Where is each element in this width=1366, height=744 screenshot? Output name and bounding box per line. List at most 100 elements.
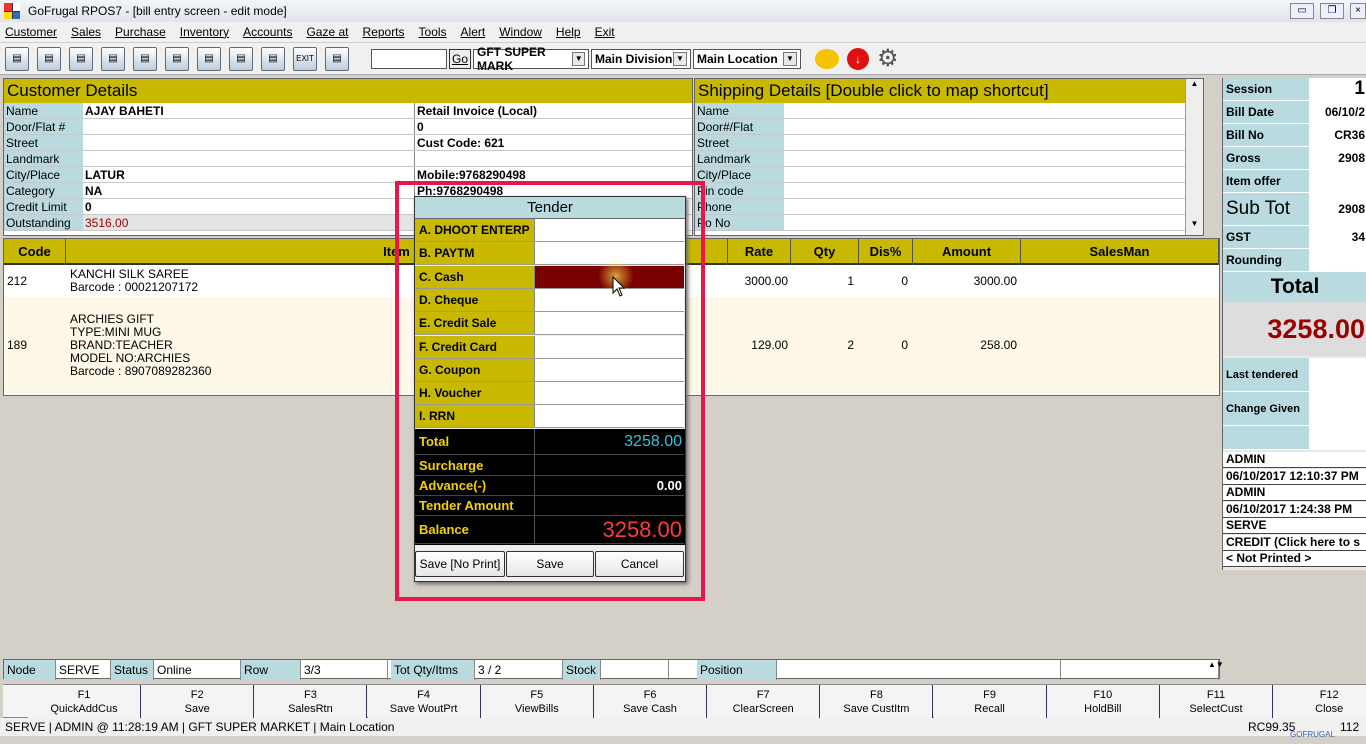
customer-field-value[interactable] — [83, 135, 415, 150]
summary-label: GST — [1223, 226, 1309, 248]
cart-bill-icon[interactable]: ▤ — [37, 46, 61, 71]
chevron-down-icon[interactable]: ▼ — [673, 51, 687, 66]
shipping-field-value[interactable] — [784, 119, 1185, 134]
menu-inventory[interactable]: Inventory — [180, 25, 229, 39]
tender-amount-input[interactable] — [535, 312, 684, 335]
tender-amount-input[interactable] — [535, 358, 684, 381]
toolbar: ▤ ▤ ▤ ▤ ▤ ▤ ▤ ▤ ▤ EXIT ▤ Go GFT SUPER MARK ▼ Main Divi… — [0, 43, 1366, 75]
menu-tools[interactable]: Tools — [419, 25, 447, 39]
menu-gaze-at[interactable]: Gaze at — [306, 25, 348, 39]
save-button[interactable]: Save — [506, 551, 594, 577]
shipping-field-value[interactable] — [784, 151, 1185, 166]
scroll-up-icon[interactable]: ▲ — [1186, 79, 1203, 95]
download-alert-icon[interactable]: ↓ — [847, 47, 869, 70]
keyboard-icon[interactable]: ▤ — [101, 46, 125, 71]
tender-mode-row[interactable]: D. Cheque — [415, 288, 684, 312]
cart-doc-icon[interactable]: ▤ — [197, 46, 221, 71]
tender-mode-row[interactable]: E. Credit Sale — [415, 312, 684, 336]
menu-sales[interactable]: Sales — [71, 25, 101, 39]
division-select-value: Main Division — [595, 51, 673, 66]
cancel-button[interactable]: Cancel — [595, 551, 684, 577]
go-button[interactable]: Go — [449, 48, 471, 69]
report-icon[interactable]: ▤ — [325, 46, 349, 71]
bill-log-line[interactable]: CREDIT (Click here to s — [1223, 534, 1366, 551]
tender-amount-input[interactable] — [535, 382, 684, 405]
search-input[interactable] — [371, 48, 447, 69]
customer-field-value[interactable]: 3516.00 — [83, 215, 415, 230]
tender-mode-row[interactable]: F. Credit Card — [415, 335, 684, 359]
customer-field-value[interactable]: AJAY BAHETI — [83, 103, 415, 118]
tender-mode-row[interactable]: H. Voucher — [415, 382, 684, 406]
menu-purchase[interactable]: Purchase — [115, 25, 166, 39]
chevron-down-icon[interactable]: ▼ — [783, 51, 797, 66]
customer-field-value[interactable]: LATUR — [83, 167, 415, 182]
column-header-dis[interactable]: Dis% — [859, 239, 913, 265]
fkey-f1-button[interactable]: F1 QuickAddCus — [28, 685, 141, 719]
shipping-field-value[interactable] — [784, 103, 1185, 118]
menu-window[interactable]: Window — [499, 25, 542, 39]
shipping-details-title[interactable]: Shipping Details [Double click to map sh… — [695, 79, 1185, 103]
shipping-field-value[interactable] — [784, 199, 1185, 214]
customer-field-value[interactable] — [83, 119, 415, 134]
tender-mode-row[interactable]: B. PAYTM — [415, 242, 684, 266]
store-select[interactable]: GFT SUPER MARK ▼ — [473, 45, 589, 73]
shipping-field-value[interactable] — [784, 167, 1185, 182]
customer-field-value[interactable] — [83, 151, 415, 166]
chevron-down-icon[interactable]: ▼ — [572, 51, 585, 66]
tender-amount-input[interactable] — [535, 219, 684, 241]
menu-help[interactable]: Help — [556, 25, 581, 39]
close-button[interactable]: × — [1350, 3, 1366, 19]
menu-exit[interactable]: Exit — [595, 25, 615, 39]
division-select[interactable]: Main Division ▼ — [591, 48, 691, 69]
tender-mode-row[interactable]: A. DHOOT ENTERP — [415, 219, 684, 242]
tender-amount-input[interactable] — [535, 335, 684, 358]
fkey-f10-button[interactable]: F10 HoldBill — [1046, 685, 1160, 719]
exit-icon[interactable]: EXIT — [293, 46, 317, 71]
fkey-f3-button[interactable]: F3 SalesRtn — [254, 685, 368, 719]
column-header-rate[interactable]: Rate — [728, 239, 791, 265]
settings-gear-icon[interactable]: ⚙ — [877, 44, 899, 73]
shipping-field-value[interactable] — [784, 215, 1185, 230]
tender-mode-row[interactable]: C. Cash — [415, 265, 684, 289]
menu-accounts[interactable]: Accounts — [243, 25, 292, 39]
tender-mode-row[interactable]: I. RRN — [415, 405, 684, 429]
menu-alert[interactable]: Alert — [461, 25, 486, 39]
column-header-qty[interactable]: Qty — [791, 239, 859, 265]
fkey-f5-button[interactable]: F5 ViewBills — [480, 685, 594, 719]
document-icon[interactable]: ▤ — [165, 46, 189, 71]
save-no-print-button[interactable]: Save [No Print] — [415, 551, 505, 577]
fkey-f7-button[interactable]: F7 ClearScreen — [707, 685, 821, 719]
fkey-f2-button[interactable]: F2 Save — [141, 685, 255, 719]
menu-customer[interactable]: Customer — [5, 25, 57, 39]
chat-icon[interactable] — [815, 48, 839, 69]
folder-icon[interactable]: ▤ — [229, 46, 253, 71]
status-scroll[interactable]: ▲▼ — [1205, 660, 1224, 680]
minimize-button[interactable]: ▭ — [1290, 3, 1314, 19]
column-header-code[interactable]: Code — [4, 239, 66, 265]
fkey-f8-button[interactable]: F8 Save CustItm — [820, 685, 934, 719]
restore-button[interactable]: ❐ — [1320, 3, 1344, 19]
fkey-f4-button[interactable]: F4 Save WoutPrt — [367, 685, 481, 719]
location-select[interactable]: Main Location ▼ — [693, 48, 801, 69]
fkey-f12-button[interactable]: F12 Close — [1273, 685, 1366, 719]
shipping-scrollbar[interactable]: ▲ ▼ — [1185, 79, 1203, 235]
customer-field-value[interactable]: 0 — [83, 199, 415, 214]
bill-log-line: ADMIN — [1223, 485, 1366, 501]
column-header-salesman[interactable]: SalesMan — [1021, 239, 1219, 265]
menu-reports[interactable]: Reports — [363, 25, 405, 39]
shipping-field-value[interactable] — [784, 135, 1185, 150]
cell-item: KANCHI SILK SAREE Barcode : 00021207172 — [70, 267, 199, 294]
scroll-down-icon[interactable]: ▼ — [1186, 219, 1203, 235]
bill-icon[interactable]: ▤ — [5, 46, 29, 71]
printer-icon[interactable]: ▤ — [133, 46, 157, 71]
fkey-f11-button[interactable]: F11 SelectCust — [1160, 685, 1273, 719]
shipping-field-value[interactable] — [784, 183, 1185, 198]
customer-icon[interactable]: ▤ — [69, 46, 93, 71]
chart-icon[interactable]: ▤ — [261, 46, 285, 71]
tender-mode-row[interactable]: G. Coupon — [415, 358, 684, 382]
tender-amount-input[interactable] — [535, 405, 684, 428]
fkey-f9-button[interactable]: F9 Recall — [933, 685, 1047, 719]
column-header-amount[interactable]: Amount — [913, 239, 1021, 265]
fkey-f6-button[interactable]: F6 Save Cash — [594, 685, 707, 719]
customer-field-value[interactable]: NA — [83, 183, 415, 198]
